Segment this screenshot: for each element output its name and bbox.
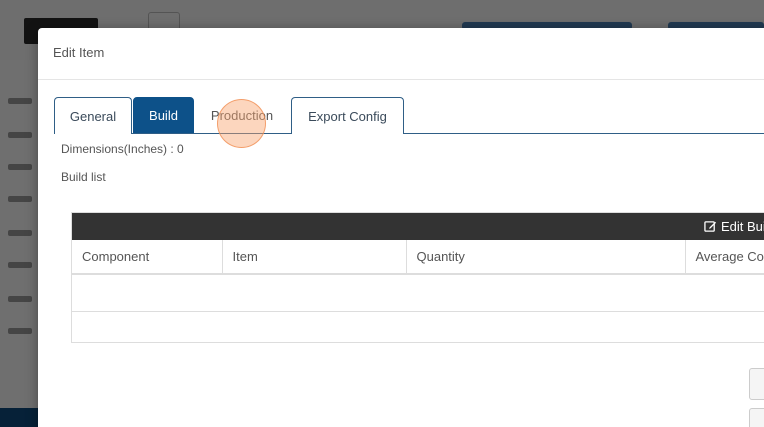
tab-production[interactable]: Production: [196, 97, 288, 133]
edit-build-button[interactable]: Edit Buil: [704, 213, 764, 240]
side-action-button[interactable]: [749, 408, 764, 427]
column-header-average-cost[interactable]: Average Co: [685, 240, 764, 275]
column-header-item[interactable]: Item: [222, 240, 407, 275]
table-row: [72, 274, 764, 312]
tab-build[interactable]: Build: [133, 97, 194, 133]
build-list-table: Component Item Quantity Average Co: [72, 240, 764, 348]
edit-icon: [704, 221, 717, 232]
table-row: [72, 312, 764, 349]
dimensions-text: Dimensions(Inches) : 0: [61, 142, 184, 156]
tab-general[interactable]: General: [54, 97, 132, 134]
build-list-panel: Edit Buil Component Item Quantity Averag…: [71, 212, 764, 343]
modal-header: Edit Item: [38, 28, 764, 80]
column-header-component[interactable]: Component: [72, 240, 223, 275]
edit-build-label: Edit Buil: [721, 219, 764, 234]
table-cell: [72, 312, 764, 349]
build-list-label: Build list: [61, 170, 106, 184]
build-panel-toolbar: Edit Buil: [72, 213, 764, 240]
table-header-row: Component Item Quantity Average Co: [72, 240, 764, 275]
tab-export-config[interactable]: Export Config: [291, 97, 404, 134]
side-action-button[interactable]: [749, 368, 764, 400]
modal-title: Edit Item: [53, 45, 105, 60]
table-cell: [72, 274, 764, 312]
edit-item-modal: Edit Item General Build Production Expor…: [38, 28, 764, 427]
column-header-quantity[interactable]: Quantity: [406, 240, 686, 275]
tab-bar: General Build Production Export Config: [54, 97, 764, 134]
